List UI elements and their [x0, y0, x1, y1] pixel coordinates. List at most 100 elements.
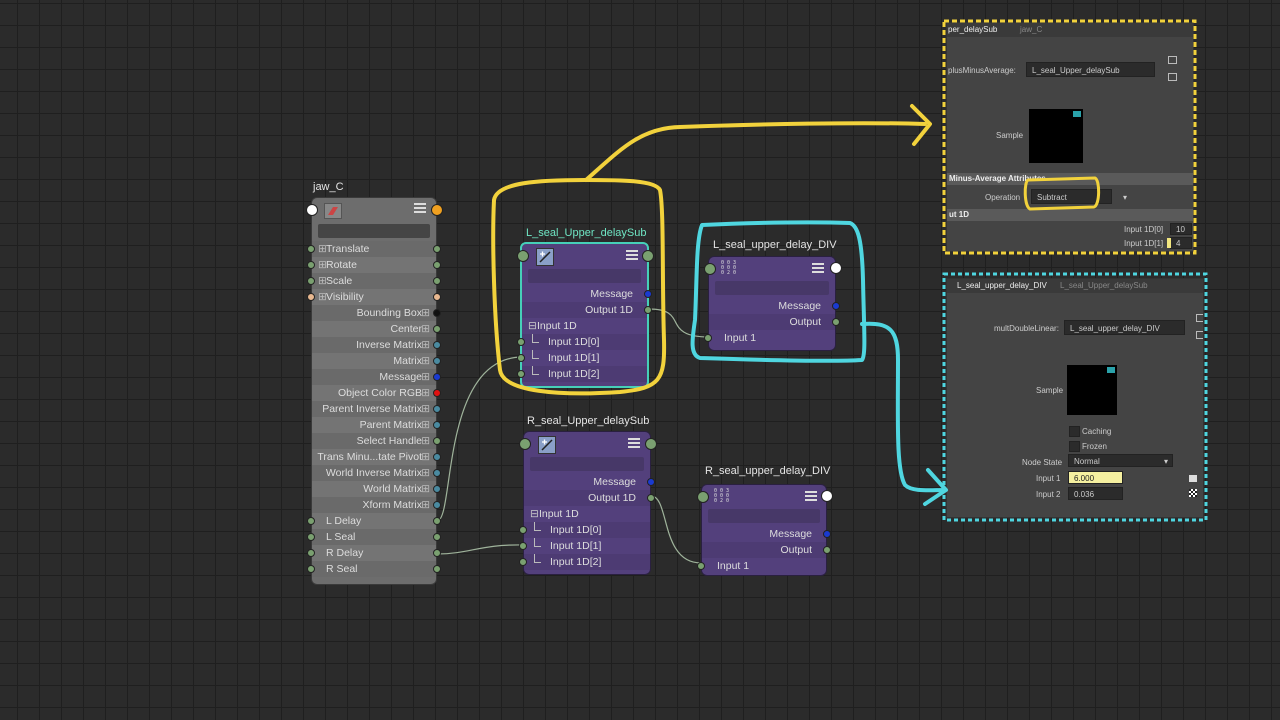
jaw-attr-row[interactable]: Message ⊞ — [312, 369, 441, 385]
rsub-attr-row[interactable]: ⊟ Input 1D — [524, 506, 650, 522]
attr-input-port[interactable] — [519, 526, 527, 534]
attr-output-port[interactable] — [433, 501, 441, 509]
attr-output-port[interactable] — [832, 302, 840, 310]
jaw-attr-row[interactable]: Inverse Matrix ⊞ — [312, 337, 441, 353]
attr-output-port[interactable] — [433, 469, 441, 477]
operation-dropdown[interactable]: Subtract ▾ — [1031, 189, 1127, 204]
attr-input-port[interactable] — [697, 562, 705, 570]
ldiv-attr-row[interactable]: Message — [709, 298, 840, 314]
jaw-attr-row[interactable]: Parent Inverse Matrix ⊞ — [312, 401, 441, 417]
attr-output-port[interactable] — [433, 485, 441, 493]
rsub-input-port[interactable] — [519, 438, 531, 450]
input1-field[interactable]: 6.000 — [1068, 471, 1123, 484]
rsub-attr-row[interactable]: Message — [524, 474, 655, 490]
attr-input-port[interactable] — [519, 542, 527, 550]
focus-icon[interactable] — [1168, 56, 1177, 64]
jaw-attr-row[interactable]: R Seal — [307, 561, 441, 577]
rdiv-attr-row[interactable]: Output — [702, 542, 831, 558]
rsub-search-field[interactable] — [530, 457, 644, 471]
expand-icon[interactable]: ⊞ — [421, 417, 430, 433]
attr-input-port[interactable] — [517, 354, 525, 362]
attr-input-port[interactable] — [519, 558, 527, 566]
caching-checkbox[interactable] — [1069, 426, 1080, 437]
attr-output-port[interactable] — [433, 389, 441, 397]
expand-icon[interactable]: ⊞ — [421, 449, 430, 465]
attr-output-port[interactable] — [433, 565, 441, 573]
ldiv-output-port[interactable] — [830, 262, 842, 274]
jaw-attr-row[interactable]: ⊞ Translate — [307, 241, 441, 257]
ae-bottom-name-field[interactable]: L_seal_upper_delay_DIV — [1064, 320, 1185, 335]
attr-output-port[interactable] — [433, 357, 441, 365]
jaw-attr-row[interactable]: Xform Matrix ⊞ — [312, 497, 441, 513]
jaw-attr-row[interactable]: Center ⊞ — [312, 321, 441, 337]
jaw-attr-row[interactable]: L Seal — [307, 529, 441, 545]
attr-input-port[interactable] — [307, 277, 315, 285]
lsub-menu-icon[interactable] — [626, 250, 638, 260]
expand-icon[interactable]: ⊞ — [421, 305, 430, 321]
attr-input-port[interactable] — [307, 293, 315, 301]
frozen-checkbox[interactable] — [1069, 441, 1080, 452]
jaw-attr-row[interactable]: Matrix ⊞ — [312, 353, 441, 369]
attr-input-port[interactable] — [517, 338, 525, 346]
ae-top-name-field[interactable]: L_seal_Upper_delaySub — [1026, 62, 1155, 77]
jaw-node[interactable]: ⊞ Translate ⊞ Rotate ⊞ Scale ⊞ Visibility Boundi… — [306, 197, 443, 585]
rsub-attr-row[interactable]: Output 1D — [524, 490, 655, 506]
attr-input-port[interactable] — [307, 517, 315, 525]
attr-output-port[interactable] — [433, 373, 441, 381]
ldiv-input-port[interactable] — [704, 263, 716, 275]
ae-top-input-section[interactable]: ut 1D — [947, 209, 1193, 221]
lsub-attr-row[interactable]: Output 1D — [522, 302, 652, 318]
lsub-attr-row[interactable]: ⊟ Input 1D — [522, 318, 647, 334]
ae-top-section-header[interactable]: Minus-Average Attributes — [947, 173, 1193, 185]
expand-icon[interactable]: ⊞ — [421, 433, 430, 449]
attr-output-port[interactable] — [647, 494, 655, 502]
attr-output-port[interactable] — [433, 325, 441, 333]
expand-icon[interactable]: ⊞ — [421, 369, 430, 385]
ae-bottom-tab-2[interactable]: L_seal_Upper_delaySub — [1060, 281, 1148, 290]
jaw-attr-row[interactable]: Select Handle ⊞ — [312, 433, 441, 449]
attr-output-port[interactable] — [433, 277, 441, 285]
expand-icon[interactable]: ⊞ — [421, 337, 430, 353]
rsub-attr-row[interactable]: Input 1D[0] — [519, 522, 650, 538]
attr-input-port[interactable] — [704, 334, 712, 342]
expand-icon[interactable]: ⊞ — [421, 385, 430, 401]
attr-output-port[interactable] — [823, 546, 831, 554]
ldiv-menu-icon[interactable] — [812, 263, 824, 273]
attr-output-port[interactable] — [433, 437, 441, 445]
rdiv-menu-icon[interactable] — [805, 491, 817, 501]
lsub-attr-row[interactable]: Input 1D[1] — [517, 350, 647, 366]
jaw-output-port[interactable] — [431, 204, 443, 216]
jaw-menu-icon[interactable] — [414, 203, 426, 213]
rdiv-input-port[interactable] — [697, 491, 709, 503]
attr-output-port[interactable] — [644, 290, 652, 298]
rsub-attr-row[interactable]: Input 1D[1] — [519, 538, 650, 554]
jaw-attr-row[interactable]: Parent Matrix ⊞ — [312, 417, 441, 433]
lsub-attr-row[interactable]: Input 1D[2] — [517, 366, 647, 382]
rdiv-search-field[interactable] — [708, 509, 820, 523]
attr-output-port[interactable] — [647, 478, 655, 486]
attr-output-port[interactable] — [433, 453, 441, 461]
attr-output-port[interactable] — [433, 341, 441, 349]
rsub-output-port[interactable] — [645, 438, 657, 450]
rsub-menu-icon[interactable] — [628, 438, 640, 448]
attr-output-port[interactable] — [433, 293, 441, 301]
ldiv-node[interactable]: 0 0 3 0 0 0 0 2 0 Message Output Input 1 — [704, 256, 842, 351]
attr-output-port[interactable] — [433, 309, 441, 317]
lsub-attr-row[interactable]: Message — [522, 286, 652, 302]
attr-output-port[interactable] — [823, 530, 831, 538]
ae-bottom-tab-1[interactable]: L_seal_upper_delay_DIV — [957, 281, 1047, 290]
lsub-search-field[interactable] — [528, 269, 641, 283]
attr-output-port[interactable] — [433, 261, 441, 269]
attr-output-port[interactable] — [433, 533, 441, 541]
ldiv-attr-row[interactable]: Input 1 — [704, 330, 835, 346]
attr-input-port[interactable] — [307, 533, 315, 541]
attr-input-port[interactable] — [307, 261, 315, 269]
attr-output-port[interactable] — [644, 306, 652, 314]
ae-top-tab-2[interactable]: jaw_C — [1020, 25, 1042, 34]
rsub-node[interactable]: Message Output 1D ⊟ Input 1D Input 1D[0] Inpu… — [519, 431, 657, 575]
jaw-attr-row[interactable]: L Delay — [307, 513, 441, 529]
jaw-search-field[interactable] — [318, 224, 430, 238]
jaw-attr-row[interactable]: Bounding Box ⊞ — [312, 305, 441, 321]
jaw-attr-row[interactable]: Trans Minu...tate Pivot ⊞ — [312, 449, 441, 465]
jaw-attr-row[interactable]: World Matrix ⊞ — [312, 481, 441, 497]
